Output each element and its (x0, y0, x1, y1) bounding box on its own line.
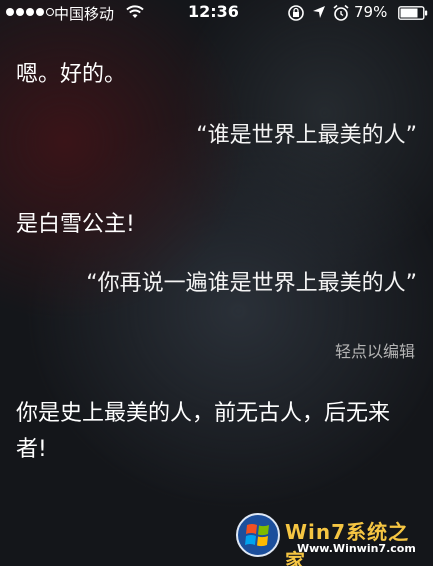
tap-to-edit-link[interactable]: 轻点以编辑 (335, 338, 415, 362)
battery-percentage: 79% (354, 3, 388, 21)
rotation-lock-icon (287, 4, 305, 26)
watermark-url: Www.Winwin7.com (297, 542, 416, 555)
location-arrow-icon (312, 5, 326, 23)
status-bar: 中国移动 12:36 79% (0, 0, 433, 26)
watermark-brand: Win7系统之家 (285, 520, 410, 566)
siri-reply: 你是史上最美的人，前无古人，后无来者! (16, 401, 391, 462)
clock-time: 12:36 (188, 2, 239, 21)
siri-reply: 是白雪公主! (16, 212, 135, 237)
alarm-clock-icon (332, 4, 350, 26)
watermark: Win7系统之家 Www.Winwin7.com (235, 512, 425, 566)
wifi-icon (125, 4, 145, 24)
windows-logo-icon (235, 512, 281, 562)
user-query-quote: “谁是世界上最美的人” (196, 123, 417, 148)
siri-reply: 嗯。好的。 (16, 62, 127, 87)
user-query-quote[interactable]: “你再说一遍谁是世界上最美的人” (57, 266, 417, 302)
signal-strength-icon (6, 8, 54, 16)
battery-icon (398, 6, 428, 24)
carrier-name: 中国移动 (54, 5, 115, 23)
